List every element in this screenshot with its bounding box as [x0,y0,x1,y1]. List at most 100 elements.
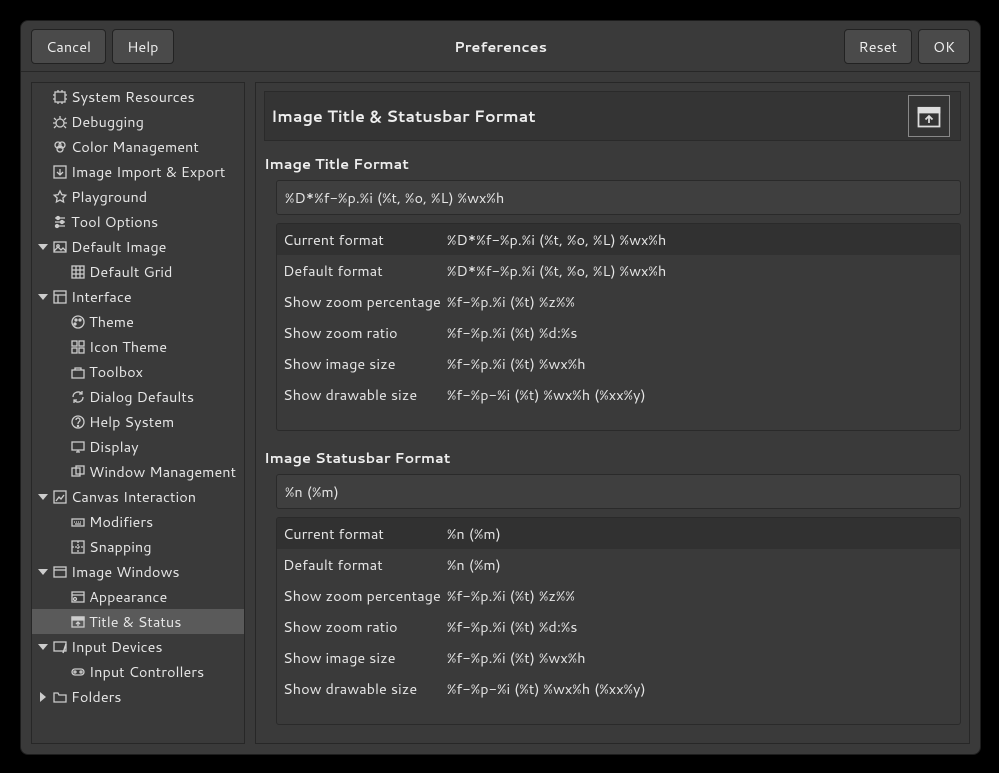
tree-item-label: Default Image [71,236,244,257]
statusbar-format-input[interactable] [276,474,961,509]
tree-item-label: Interface [71,286,244,307]
keyboard-icon [70,514,86,530]
tree-item-input-controllers[interactable]: Input Controllers [32,659,244,684]
help-icon [70,414,86,430]
preset-row[interactable]: Default format%D*%f-%p.%i (%t, %o, %L) %… [277,255,960,286]
refresh-icon [70,389,86,405]
tree-item-label: Canvas Interaction [71,486,244,507]
tree-item-label: Icon Theme [89,336,244,357]
preset-row[interactable]: Default format%n (%m) [277,549,960,580]
title-format-presets[interactable]: Current format%D*%f-%p.%i (%t, %o, %L) %… [276,223,961,431]
chevron-down-icon[interactable] [36,565,50,579]
tree-item-system-resources[interactable]: System Resources [32,84,244,109]
controller-icon [70,664,86,680]
preset-row[interactable]: Show zoom ratio%f-%p.%i (%t) %d:%s [277,611,960,642]
tree-item-interface[interactable]: Interface [32,284,244,309]
ok-button[interactable]: OK [918,29,970,64]
tree-item-default-image[interactable]: Default Image [32,234,244,259]
tree-item-help-system[interactable]: Help System [32,409,244,434]
tree-item-toolbox[interactable]: Toolbox [32,359,244,384]
titlebar-icon [70,614,86,630]
preset-name: Show image size [283,353,447,374]
preset-value: %f-%p-%i (%t) %wx%h (%xx%y) [447,678,954,699]
preset-value: %f-%p.%i (%t) %d:%s [447,322,954,343]
tree-item-label: Display [89,436,244,457]
reset-button[interactable]: Reset [844,29,912,64]
tree-item-folders[interactable]: Folders [32,684,244,709]
tree-item-tool-options[interactable]: Tool Options [32,209,244,234]
preset-value: %f-%p.%i (%t) %wx%h [447,647,954,668]
preset-row[interactable]: Show zoom ratio%f-%p.%i (%t) %d:%s [277,317,960,348]
window-icon [52,564,68,580]
preset-value: %f-%p-%i (%t) %wx%h (%xx%y) [447,384,954,405]
tree-item-modifiers[interactable]: Modifiers [32,509,244,534]
windows-icon [70,464,86,480]
preset-value: %f-%p.%i (%t) %z%% [447,585,954,606]
palette-icon [70,314,86,330]
tree-item-icon-theme[interactable]: Icon Theme [32,334,244,359]
preset-row[interactable]: Show zoom percentage%f-%p.%i (%t) %z%% [277,286,960,317]
tree-item-default-grid[interactable]: Default Grid [32,259,244,284]
canvas-icon [52,489,68,505]
tree-item-debugging[interactable]: Debugging [32,109,244,134]
tree-item-image-windows[interactable]: Image Windows [32,559,244,584]
chevron-down-icon[interactable] [36,290,50,304]
statusbar-format-presets[interactable]: Current format%n (%m)Default format%n (%… [276,517,961,725]
tree-item-window-management[interactable]: Window Management [32,459,244,484]
preset-name: Show zoom ratio [283,322,447,343]
chip-icon [52,89,68,105]
tree-item-appearance[interactable]: Appearance [32,584,244,609]
tree-item-playground[interactable]: Playground [32,184,244,209]
tree-item-image-import-export[interactable]: Image Import & Export [32,159,244,184]
preset-value: %D*%f-%p.%i (%t, %o, %L) %wx%h [447,260,954,281]
preset-row[interactable]: Show zoom percentage%f-%p.%i (%t) %z%% [277,580,960,611]
toolbox-icon [70,364,86,380]
title-format-input[interactable] [276,180,961,215]
tree-item-theme[interactable]: Theme [32,309,244,334]
preferences-page: Image Title & Statusbar Format Image Tit… [255,82,970,744]
preset-row[interactable]: Show drawable size%f-%p-%i (%t) %wx%h (%… [277,673,960,704]
tree-item-label: Dialog Defaults [89,386,244,407]
tree-item-label: Folders [71,686,244,707]
tree-item-color-management[interactable]: Color Management [32,134,244,159]
tree-item-label: Playground [71,186,244,207]
tree-item-canvas-interaction[interactable]: Canvas Interaction [32,484,244,509]
tree-item-dialog-defaults[interactable]: Dialog Defaults [32,384,244,409]
tree-item-label: Toolbox [89,361,244,382]
preset-row[interactable]: Current format%D*%f-%p.%i (%t, %o, %L) %… [277,224,960,255]
appearance-icon [70,589,86,605]
tree-item-label: Input Controllers [89,661,244,682]
tree-item-label: Image Windows [71,561,244,582]
tree-item-snapping[interactable]: Snapping [32,534,244,559]
preset-row[interactable]: Show image size%f-%p.%i (%t) %wx%h [277,642,960,673]
preset-row[interactable]: Current format%n (%m) [277,518,960,549]
preferences-tree[interactable]: System ResourcesDebuggingColor Managemen… [31,82,245,744]
preferences-dialog: Cancel Help Preferences Reset OK System … [20,20,981,755]
tree-item-input-devices[interactable]: Input Devices [32,634,244,659]
tree-item-title-status[interactable]: Title & Status [32,609,244,634]
chevron-down-icon[interactable] [36,240,50,254]
image-icon [52,239,68,255]
tree-item-label: Default Grid [89,261,244,282]
chevron-right-icon[interactable] [36,690,50,704]
icons-icon [70,339,86,355]
help-button[interactable]: Help [112,29,173,64]
chevron-down-icon[interactable] [36,490,50,504]
preset-row[interactable]: Show image size%f-%p.%i (%t) %wx%h [277,348,960,379]
bug-icon [52,114,68,130]
preset-name: Show zoom percentage [283,585,447,606]
tree-item-label: Theme [89,311,244,332]
folder-icon [52,689,68,705]
preset-name: Show zoom ratio [283,616,447,637]
preset-name: Show zoom percentage [283,291,447,312]
preset-row[interactable]: Show drawable size%f-%p-%i (%t) %wx%h (%… [277,379,960,410]
preset-value: %D*%f-%p.%i (%t, %o, %L) %wx%h [447,229,954,250]
preset-name: Default format [283,554,447,575]
tree-item-label: Image Import & Export [71,161,244,182]
snap-icon [70,539,86,555]
chevron-down-icon[interactable] [36,640,50,654]
cancel-button[interactable]: Cancel [31,29,106,64]
tree-item-label: Window Management [89,461,244,482]
tree-item-display[interactable]: Display [32,434,244,459]
preset-value: %f-%p.%i (%t) %d:%s [447,616,954,637]
